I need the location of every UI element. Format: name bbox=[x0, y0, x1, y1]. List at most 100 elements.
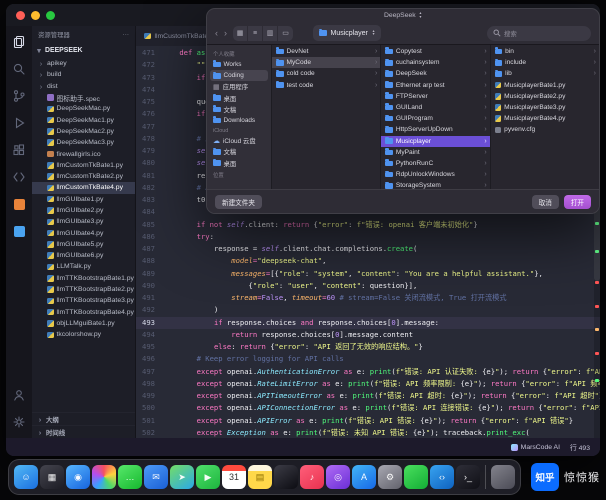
close-button[interactable] bbox=[16, 10, 25, 20]
more-actions-icon[interactable]: ··· bbox=[123, 31, 129, 38]
tree-item[interactable]: llmTTKBootstrapBate3.py bbox=[32, 295, 135, 306]
location-dropdown[interactable]: Musicplayer ▲ ▼ bbox=[313, 25, 382, 41]
dialog-file-item[interactable]: FTPServer › bbox=[381, 91, 489, 102]
tree-item[interactable]: llmTTKBootstrapBate1.py bbox=[32, 273, 135, 284]
dialog-sidebar-item[interactable]: 桌面 bbox=[210, 158, 268, 169]
marscode-ai-status[interactable]: MarsCode AI bbox=[510, 443, 560, 451]
tree-item[interactable]: llmCustomTkBate4.py bbox=[32, 182, 135, 194]
tree-item[interactable]: › build bbox=[32, 69, 135, 80]
search-input[interactable]: 搜索 bbox=[487, 25, 591, 41]
dock-music-icon[interactable]: ♪ bbox=[300, 465, 324, 489]
dock-calendar-icon[interactable]: 31 bbox=[222, 465, 246, 489]
dock-mail-icon[interactable]: ✉ bbox=[144, 465, 168, 489]
dock-safari-icon[interactable]: ◉ bbox=[66, 465, 90, 489]
dialog-sidebar-item[interactable]: ▦ 应用程序 bbox=[210, 81, 268, 92]
dialog-file-item[interactable]: Copytest › bbox=[381, 46, 489, 57]
dock-settings-icon[interactable]: ⚙ bbox=[378, 465, 402, 489]
open-button[interactable]: 打开 bbox=[563, 194, 591, 209]
dock-notes-icon[interactable]: ▤ bbox=[248, 465, 272, 489]
dialog-file-item[interactable]: HttpServerUpDown › bbox=[381, 124, 489, 135]
dialog-file-item[interactable]: StorageSystem › bbox=[381, 180, 489, 189]
dialog-file-item[interactable]: RdpUnlockWindows › bbox=[381, 169, 489, 180]
dialog-file-item[interactable]: MyPaint › bbox=[381, 147, 489, 158]
project-root[interactable]: ▾ DEEPSEEK bbox=[32, 43, 135, 58]
dialog-file-item[interactable]: cold code › bbox=[272, 68, 380, 79]
cursor-position[interactable]: 行 493 bbox=[570, 442, 590, 452]
dialog-file-item[interactable]: pyvenv.cfg bbox=[491, 124, 599, 135]
tree-item[interactable]: llmGUIbate2.py bbox=[32, 205, 135, 216]
dock-appstore-icon[interactable]: A bbox=[352, 465, 376, 489]
tree-item[interactable]: › apikey bbox=[32, 58, 135, 69]
dialog-sidebar-item[interactable]: Downloads bbox=[210, 115, 268, 126]
tree-item[interactable]: llmGUIbate1.py bbox=[32, 194, 135, 205]
dialog-file-item[interactable]: lib › bbox=[491, 68, 599, 79]
remote-icon[interactable] bbox=[11, 169, 27, 185]
dialog-file-item[interactable]: test code › bbox=[272, 80, 380, 91]
tree-item[interactable]: llmGUIbate4.py bbox=[32, 227, 135, 238]
dock-wechat-icon[interactable] bbox=[404, 465, 428, 489]
dialog-file-item[interactable]: DevNet › bbox=[272, 46, 380, 57]
gallery-view-icon[interactable]: ▭ bbox=[278, 26, 293, 41]
account-icon[interactable] bbox=[11, 387, 27, 403]
minimize-button[interactable] bbox=[31, 10, 40, 20]
tree-item[interactable]: LLMTalk.py bbox=[32, 261, 135, 272]
dialog-sidebar-item[interactable]: 文稿 bbox=[210, 146, 268, 157]
sidebar-panel[interactable]: › 大纲 bbox=[32, 412, 135, 425]
dock-trash-icon[interactable] bbox=[491, 465, 515, 489]
sidebar-panel[interactable]: › 时间线 bbox=[32, 425, 135, 438]
dialog-file-item[interactable]: bin › bbox=[491, 46, 599, 57]
tree-item[interactable]: tkcolorshow.py bbox=[32, 329, 135, 340]
dock-facetime-icon[interactable]: ▶ bbox=[196, 465, 220, 489]
tree-item[interactable]: DeepSeekMac1.py bbox=[32, 114, 135, 125]
icon-view-icon[interactable]: ▦ bbox=[233, 25, 248, 41]
tree-item[interactable]: firewallgirls.ico bbox=[32, 148, 135, 159]
tree-item[interactable]: llmCustomTkBate2.py bbox=[32, 171, 135, 182]
dialog-file-item[interactable]: MyCode › bbox=[272, 57, 381, 69]
dock-terminal-icon[interactable]: ›_ bbox=[456, 465, 480, 489]
dialog-sidebar-item[interactable]: Coding bbox=[210, 70, 268, 82]
dock-messages-icon[interactable]: … bbox=[118, 465, 142, 489]
dialog-sidebar-item[interactable]: 桌面 bbox=[210, 93, 268, 104]
dock-vscode-icon[interactable]: ‹› bbox=[430, 465, 454, 489]
new-folder-button[interactable]: 新建文件夹 bbox=[215, 194, 262, 209]
tree-item[interactable]: llmTTKBootstrapBate2.py bbox=[32, 284, 135, 295]
dialog-file-item[interactable]: MusicplayerBate2.py bbox=[491, 91, 599, 102]
tree-item[interactable]: 图标助手.spec bbox=[32, 92, 135, 103]
tree-item[interactable]: llmGUIbate6.py bbox=[32, 250, 135, 261]
list-view-icon[interactable]: ≡ bbox=[248, 25, 263, 41]
tree-item[interactable]: DeepSeekMac3.py bbox=[32, 137, 135, 148]
dialog-file-item[interactable]: cuchainsystem › bbox=[381, 57, 489, 68]
tree-item[interactable]: DeepSeekMac2.py bbox=[32, 126, 135, 137]
dialog-file-item[interactable]: PythonRunC › bbox=[381, 158, 489, 169]
dialog-file-item[interactable]: Ethernet arp test › bbox=[381, 80, 489, 91]
files-icon[interactable] bbox=[11, 34, 27, 50]
extension-blue-icon[interactable] bbox=[11, 223, 27, 239]
dock-launchpad-icon[interactable]: ▦ bbox=[40, 465, 64, 489]
dock-photos-icon[interactable] bbox=[92, 465, 116, 489]
dialog-file-item[interactable]: MusicplayerBate1.py bbox=[491, 80, 599, 91]
dialog-file-item[interactable]: DeepSeek › bbox=[381, 68, 489, 79]
dialog-file-item[interactable]: GUILand › bbox=[381, 102, 489, 113]
dock-maps-icon[interactable]: ➤ bbox=[170, 465, 194, 489]
dialog-file-item[interactable]: MusicplayerBate3.py bbox=[491, 102, 599, 113]
dialog-file-item[interactable]: Musicplayer › bbox=[381, 135, 490, 147]
source-control-icon[interactable] bbox=[11, 88, 27, 104]
tree-item[interactable]: objLLMguiBate1.py bbox=[32, 318, 135, 329]
column-view-icon[interactable]: ▥ bbox=[263, 25, 278, 41]
search-icon[interactable] bbox=[11, 61, 27, 77]
tree-item[interactable]: DeepSeekMac.py bbox=[32, 103, 135, 114]
dock-tv-icon[interactable] bbox=[274, 465, 298, 489]
extensions-icon[interactable] bbox=[11, 142, 27, 158]
extension-orange-icon[interactable] bbox=[11, 196, 27, 212]
cancel-button[interactable]: 取消 bbox=[531, 194, 559, 209]
dialog-file-item[interactable]: include › bbox=[491, 57, 599, 68]
gear-icon[interactable] bbox=[11, 414, 27, 430]
zoom-button[interactable] bbox=[46, 10, 55, 20]
dialog-sidebar-item[interactable]: 文稿 bbox=[210, 104, 268, 115]
tree-item[interactable]: llmGUIbate5.py bbox=[32, 239, 135, 250]
dialog-sidebar-item[interactable]: ☁ iCloud 云盘 bbox=[210, 135, 268, 146]
dock-finder-icon[interactable]: ☺ bbox=[14, 465, 38, 489]
dialog-file-item[interactable]: MusicplayerBate4.py bbox=[491, 113, 599, 124]
back-button[interactable]: ‹ bbox=[215, 28, 218, 38]
dock-podcasts-icon[interactable]: ◎ bbox=[326, 465, 350, 489]
